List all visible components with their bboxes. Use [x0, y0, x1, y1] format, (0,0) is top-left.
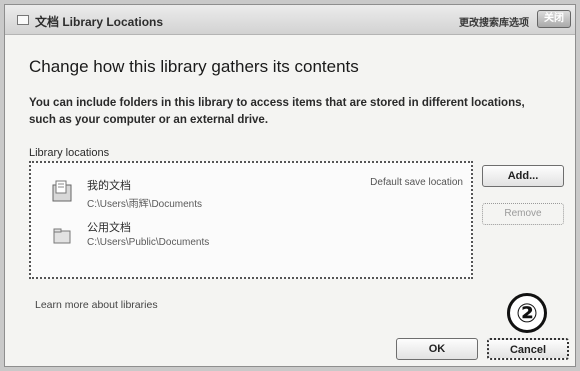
step-number-badge: ② — [507, 293, 547, 333]
ok-button[interactable]: OK — [396, 338, 478, 360]
location-name: 公用文档 — [87, 222, 131, 234]
add-button[interactable]: Add... — [482, 165, 564, 187]
dialog-heading: Change how this library gathers its cont… — [29, 57, 359, 76]
location-path: C:\Users\雨辉\Documents — [87, 199, 203, 210]
library-icon — [17, 15, 29, 25]
help-link[interactable]: 更改搜索库选项 — [459, 14, 529, 29]
remove-button[interactable]: Remove — [482, 203, 564, 225]
location-item-public-documents[interactable]: 公用文档 C:\Users\Public\Documents — [45, 215, 465, 253]
default-save-location-label: Default save location — [370, 177, 463, 188]
learn-more-link[interactable]: Learn more about libraries — [35, 299, 158, 311]
window-title: 文档 Library Locations — [35, 15, 164, 29]
cancel-button[interactable]: Cancel — [487, 338, 569, 360]
locations-caption: Library locations — [29, 147, 110, 159]
location-path: C:\Users\Public\Documents — [87, 237, 210, 248]
documents-folder-icon — [52, 180, 72, 202]
location-item-my-documents[interactable]: 我的文档 C:\Users\雨辉\Documents Default save … — [45, 173, 465, 211]
locations-list[interactable]: 我的文档 C:\Users\雨辉\Documents Default save … — [29, 161, 473, 279]
public-documents-folder-icon — [53, 228, 71, 244]
location-name: 我的文档 — [87, 180, 131, 192]
title-bar[interactable]: 文档 Library Locations 更改搜索库选项 关闭 — [5, 5, 575, 35]
close-button[interactable]: 关闭 — [537, 10, 571, 28]
library-locations-dialog: 文档 Library Locations 更改搜索库选项 关闭 Change h… — [4, 4, 576, 367]
dialog-description: You can include folders in this library … — [29, 97, 525, 126]
